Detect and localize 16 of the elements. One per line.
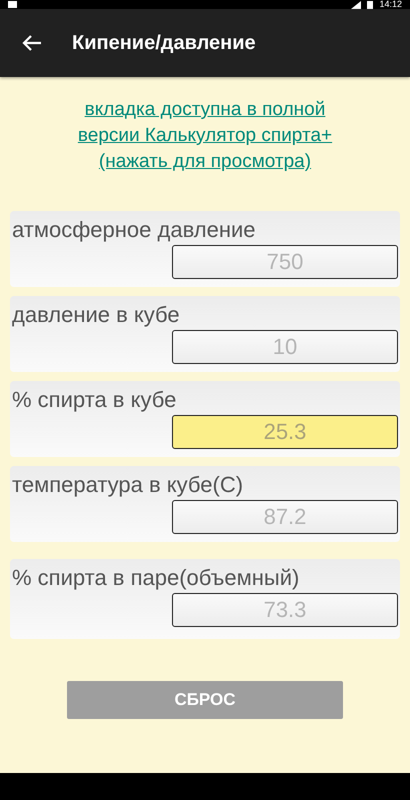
back-icon[interactable] bbox=[22, 34, 42, 52]
field-label: температура в кубе(С) bbox=[12, 471, 244, 499]
value-field[interactable]: 25.3 bbox=[172, 415, 398, 449]
field-label: % спирта в паре(объемный) bbox=[12, 564, 300, 592]
field-label: атмосферное давление bbox=[12, 216, 256, 244]
battery-icon bbox=[367, 0, 374, 8]
notification-icon bbox=[8, 1, 17, 8]
value-field[interactable]: 73.3 bbox=[172, 593, 398, 627]
status-time: 14:12 bbox=[379, 0, 402, 9]
field-label: давление в кубе bbox=[12, 301, 181, 329]
value-field[interactable]: 750 bbox=[172, 245, 398, 279]
promo-link[interactable]: вкладка доступна в полной версии Калькулятор спирта+ (нажать для просмотра) bbox=[62, 97, 348, 175]
field-label: % спирта в кубе bbox=[12, 386, 178, 414]
screen-title: Кипение/давление bbox=[72, 32, 256, 54]
value-field[interactable]: 10 bbox=[172, 330, 398, 364]
value-field[interactable]: 87.2 bbox=[172, 500, 398, 534]
